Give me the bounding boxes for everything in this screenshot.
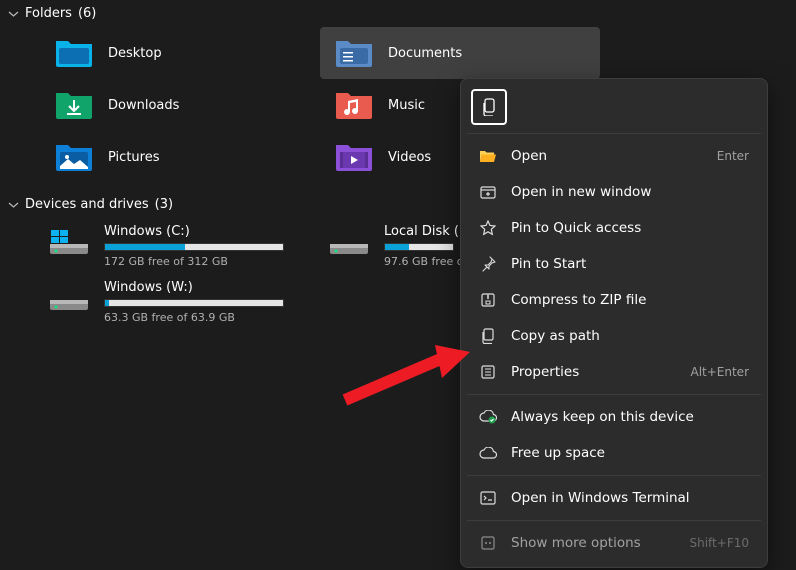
menu-label: Pin to Start (511, 256, 749, 272)
drive-icon (48, 284, 90, 314)
drive-info: Windows (W:) 63.3 GB free of 63.9 GB (104, 280, 312, 324)
folder-open-icon (479, 147, 497, 165)
menu-pin-start[interactable]: Pin to Start (467, 246, 761, 282)
menu-label: Free up space (511, 445, 749, 461)
drive-usage-bar (104, 299, 284, 307)
menu-label: Show more options (511, 535, 675, 551)
star-icon (479, 219, 497, 237)
copy-button[interactable] (471, 89, 507, 125)
folder-label: Pictures (108, 150, 159, 165)
context-menu: Open Enter Open in new window Pin to Qui… (460, 78, 768, 568)
context-menu-toolbar (467, 85, 761, 129)
folder-documents[interactable]: Documents (320, 27, 600, 79)
menu-properties[interactable]: Properties Alt+Enter (467, 354, 761, 390)
pin-icon (479, 255, 497, 273)
menu-shortcut: Alt+Enter (690, 365, 749, 379)
folder-label: Downloads (108, 98, 179, 113)
menu-label: Always keep on this device (511, 409, 749, 425)
properties-icon (479, 363, 497, 381)
os-drive-icon (48, 228, 90, 258)
drive-info: Windows (C:) 172 GB free of 312 GB (104, 224, 312, 268)
menu-divider (467, 475, 761, 476)
folder-pictures[interactable]: Pictures (40, 131, 320, 183)
drive-label: Windows (C:) (104, 224, 312, 239)
menu-free-space[interactable]: Free up space (467, 435, 761, 471)
desktop-folder-icon (54, 37, 94, 69)
drive-w[interactable]: Windows (W:) 63.3 GB free of 63.9 GB (40, 274, 320, 330)
menu-shortcut: Shift+F10 (689, 536, 749, 550)
copy-path-icon (479, 327, 497, 345)
menu-label: Properties (511, 364, 676, 380)
folders-title: Folders (25, 6, 72, 21)
menu-label: Open in Windows Terminal (511, 490, 749, 506)
drive-usage-bar (384, 243, 454, 251)
cloud-icon (479, 444, 497, 462)
menu-label: Compress to ZIP file (511, 292, 749, 308)
documents-folder-icon (334, 37, 374, 69)
drive-free-text: 63.3 GB free of 63.9 GB (104, 311, 312, 324)
folder-label: Videos (388, 150, 431, 165)
drive-free-text: 172 GB free of 312 GB (104, 255, 312, 268)
menu-compress-zip[interactable]: Compress to ZIP file (467, 282, 761, 318)
drive-c[interactable]: Windows (C:) 172 GB free of 312 GB (40, 218, 320, 274)
menu-pin-quick[interactable]: Pin to Quick access (467, 210, 761, 246)
menu-terminal[interactable]: Open in Windows Terminal (467, 480, 761, 516)
menu-open[interactable]: Open Enter (467, 138, 761, 174)
drives-title: Devices and drives (25, 197, 149, 212)
folders-count: (6) (78, 6, 96, 21)
downloads-folder-icon (54, 89, 94, 121)
cloud-check-icon (479, 408, 497, 426)
menu-label: Copy as path (511, 328, 749, 344)
drive-icon (328, 228, 370, 258)
menu-shortcut: Enter (717, 149, 749, 163)
drives-count: (3) (155, 197, 173, 212)
drive-label: Windows (W:) (104, 280, 312, 295)
videos-folder-icon (334, 141, 374, 173)
annotation-arrow (340, 340, 480, 410)
chevron-down-icon (8, 199, 19, 210)
menu-divider (467, 133, 761, 134)
menu-label: Pin to Quick access (511, 220, 749, 236)
music-folder-icon (334, 89, 374, 121)
terminal-icon (479, 489, 497, 507)
menu-always-keep[interactable]: Always keep on this device (467, 399, 761, 435)
menu-copy-path[interactable]: Copy as path (467, 318, 761, 354)
menu-label: Open in new window (511, 184, 749, 200)
folder-desktop[interactable]: Desktop (40, 27, 320, 79)
menu-label: Open (511, 148, 703, 164)
chevron-down-icon (8, 8, 19, 19)
more-icon (479, 534, 497, 552)
folder-label: Music (388, 98, 425, 113)
pictures-folder-icon (54, 141, 94, 173)
folders-section-header[interactable]: Folders (6) (0, 0, 796, 27)
folder-downloads[interactable]: Downloads (40, 79, 320, 131)
drive-usage-bar (104, 243, 284, 251)
menu-divider (467, 394, 761, 395)
menu-show-more[interactable]: Show more options Shift+F10 (467, 525, 761, 561)
zip-icon (479, 291, 497, 309)
folder-label: Desktop (108, 46, 162, 61)
folder-label: Documents (388, 46, 462, 61)
menu-open-new-window[interactable]: Open in new window (467, 174, 761, 210)
menu-divider (467, 520, 761, 521)
new-window-icon (479, 183, 497, 201)
